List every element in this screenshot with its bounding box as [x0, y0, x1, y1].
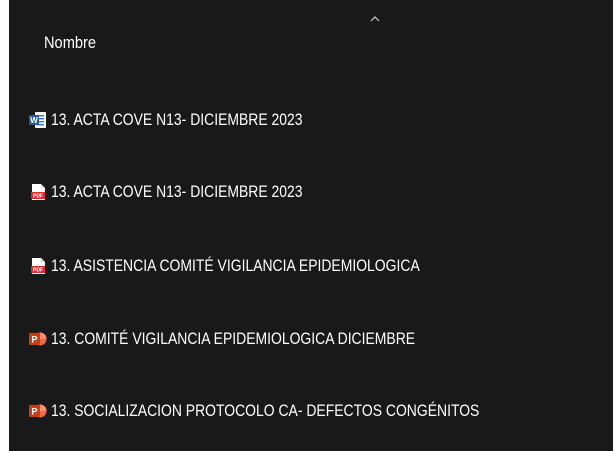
file-row[interactable]: W 13. ACTA COVE N13- DICIEMBRE 2023	[9, 98, 613, 142]
file-name: 13. COMITÉ VIGILANCIA EPIDEMIOLOGICA DIC…	[51, 329, 416, 348]
top-border	[9, 0, 613, 1]
svg-text:P: P	[31, 335, 37, 345]
svg-text:PDF: PDF	[33, 268, 43, 274]
file-row[interactable]: P 13. SOCIALIZACION PROTOCOLO CA- DEFECT…	[9, 389, 613, 433]
file-name: 13. ACTA COVE N13- DICIEMBRE 2023	[51, 182, 303, 201]
file-row[interactable]: P 13. COMITÉ VIGILANCIA EPIDEMIOLOGICA D…	[9, 317, 613, 361]
svg-text:P: P	[31, 407, 37, 417]
chevron-up-icon[interactable]	[370, 10, 380, 22]
file-explorer-list: Nombre W 13. ACTA COVE N13- DICIEMBRE 20…	[9, 0, 613, 451]
word-document-icon: W	[29, 111, 47, 129]
svg-text:PDF: PDF	[33, 194, 43, 200]
file-row[interactable]: PDF 13. ASISTENCIA COMITÉ VIGILANCIA EPI…	[9, 244, 613, 288]
powerpoint-file-icon: P	[29, 402, 47, 420]
svg-text:W: W	[30, 116, 38, 125]
file-name: 13. SOCIALIZACION PROTOCOLO CA- DEFECTOS…	[51, 401, 480, 420]
file-row[interactable]: PDF 13. ACTA COVE N13- DICIEMBRE 2023	[9, 170, 613, 214]
powerpoint-file-icon: P	[29, 330, 47, 348]
file-name: 13. ACTA COVE N13- DICIEMBRE 2023	[51, 110, 303, 129]
column-header-name[interactable]: Nombre	[44, 33, 96, 53]
pdf-file-icon: PDF	[29, 257, 47, 275]
file-name: 13. ASISTENCIA COMITÉ VIGILANCIA EPIDEMI…	[51, 256, 420, 275]
pdf-file-icon: PDF	[29, 183, 47, 201]
